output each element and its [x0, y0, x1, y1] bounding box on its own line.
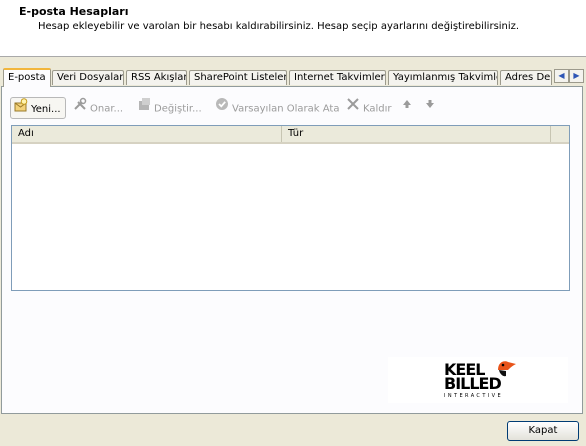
column-header-type[interactable]: Tür — [282, 126, 551, 142]
tab-internet-takvimleri[interactable]: Internet Takvimleri — [289, 70, 386, 85]
set-default-label: Varsayılan Olarak Ata — [232, 103, 340, 115]
logo-text-billed: BILLED — [444, 374, 502, 393]
account-list[interactable]: Adı Tür — [11, 125, 570, 291]
column-header-name[interactable]: Adı — [12, 126, 282, 142]
tab-rss-akislari[interactable]: RSS Akışları — [126, 70, 187, 85]
list-header: Adı Tür — [12, 126, 569, 144]
tab-veri-dosyalari[interactable]: Veri Dosyaları — [52, 70, 124, 85]
tab-e-posta[interactable]: E-posta — [3, 68, 51, 87]
remove-icon — [346, 97, 360, 120]
keel-billed-logo: KEEL BILLED INTERACTIVE — [388, 357, 568, 403]
column-header-filler — [551, 126, 569, 142]
remove-label: Kaldır — [363, 103, 392, 115]
move-up-button[interactable] — [401, 97, 416, 119]
change-button[interactable]: Değiştir... — [137, 97, 202, 119]
new-account-button[interactable]: Yeni... — [10, 97, 66, 119]
header-title: E-posta Hesapları — [19, 5, 129, 18]
set-default-button[interactable]: Varsayılan Olarak Ata — [215, 97, 339, 119]
account-toolbar: Yeni... Onar... Değiştir... Varsayılan O… — [10, 97, 450, 119]
change-label: Değiştir... — [154, 103, 202, 115]
tab-scroll-left-button[interactable]: ◀ — [554, 69, 569, 83]
change-icon — [137, 97, 151, 120]
remove-button[interactable]: Kaldır — [346, 97, 392, 119]
header-description: Hesap ekleyebilir ve varolan bir hesabı … — [38, 21, 520, 32]
dialog-header: E-posta Hesapları Hesap ekleyebilir ve v… — [0, 0, 586, 57]
close-button[interactable]: Kapat — [507, 421, 579, 441]
repair-label: Onar... — [90, 103, 124, 115]
arrow-up-icon — [401, 97, 413, 119]
new-account-icon — [14, 98, 28, 120]
arrow-down-icon — [424, 97, 436, 119]
tab-adres-defterleri[interactable]: Adres De — [500, 70, 552, 85]
tools-icon — [73, 97, 87, 120]
tab-strip: E-posta Veri Dosyaları RSS Akışları Shar… — [0, 68, 586, 87]
checkmark-icon — [215, 97, 229, 120]
new-account-label: Yeni... — [31, 104, 61, 115]
toucan-icon — [496, 358, 518, 381]
tab-yayimlanmis-takvimler[interactable]: Yayımlanmış Takvimler — [388, 70, 498, 85]
tab-scroll-right-button[interactable]: ▶ — [569, 69, 584, 83]
tab-sharepoint-listeleri[interactable]: SharePoint Listeleri — [189, 70, 287, 85]
logo-text-interactive: INTERACTIVE — [444, 393, 504, 399]
move-down-button[interactable] — [424, 97, 439, 119]
repair-button[interactable]: Onar... — [73, 97, 123, 119]
